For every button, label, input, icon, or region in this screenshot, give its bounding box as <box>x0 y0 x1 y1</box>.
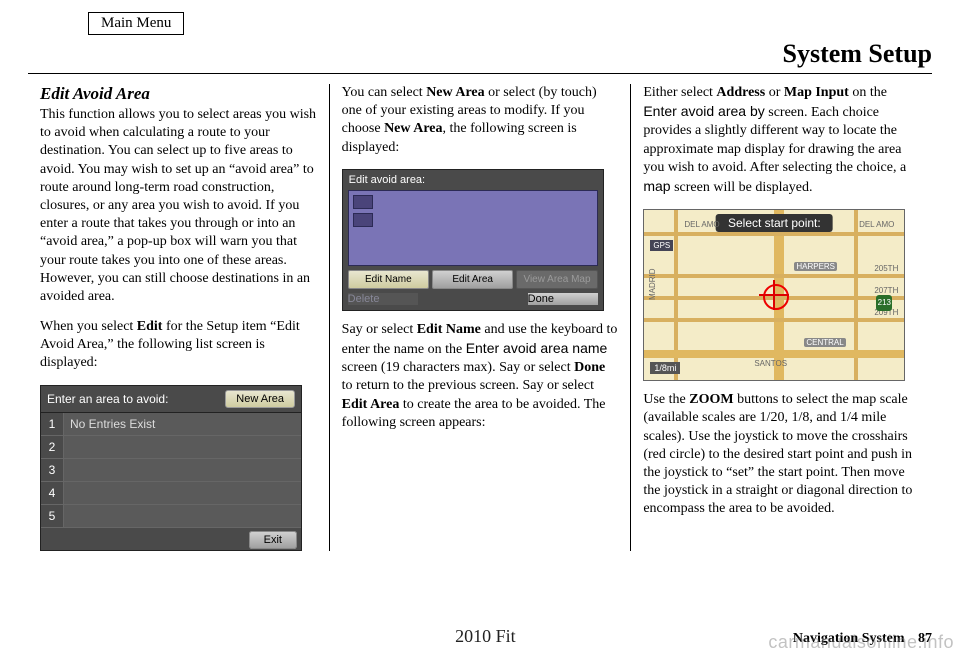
row-number: 1 <box>41 413 64 435</box>
text: Use the <box>643 392 689 407</box>
row-text <box>64 459 301 481</box>
section-heading-edit-avoid: Edit Avoid Area <box>40 84 317 104</box>
footer-model: 2010 Fit <box>178 626 793 647</box>
text: You can select <box>342 85 427 100</box>
screenshot-map: Select start point: GPS DEL AMO DEL AMO … <box>643 209 905 381</box>
new-area-button[interactable]: New Area <box>225 390 295 408</box>
exit-button[interactable]: Exit <box>249 531 297 549</box>
sans-enter-by: Enter avoid area by <box>643 103 764 119</box>
screenshot-enter-area: Enter an area to avoid: New Area 1 No En… <box>40 385 302 551</box>
screen1-list: 1 No Entries Exist 2 3 4 5 <box>41 412 301 528</box>
col1-paragraph-2: When you select Edit for the Setup item … <box>40 318 317 373</box>
col3-paragraph-1: Either select Address or Map Input on th… <box>643 84 920 197</box>
delete-button: Delete <box>348 293 418 305</box>
map-label: DEL AMO <box>684 220 719 229</box>
edit-area-button[interactable]: Edit Area <box>432 270 513 289</box>
bold-edit-area: Edit Area <box>342 397 400 412</box>
list-item[interactable]: 4 <box>41 482 301 505</box>
screen2-body <box>348 190 598 266</box>
map-scale: 1/8mi <box>650 362 680 374</box>
text: on the <box>849 85 887 100</box>
map-label: DEL AMO <box>859 220 894 229</box>
text: screen will be displayed. <box>671 180 813 195</box>
list-item[interactable]: 3 <box>41 459 301 482</box>
map-road <box>644 274 904 278</box>
col2-paragraph-2: Say or select Edit Name and use the keyb… <box>342 321 619 432</box>
text: or <box>765 85 784 100</box>
text: screen (19 characters max). Say or selec… <box>342 360 574 375</box>
map-label: 205TH <box>874 264 898 273</box>
main-menu-button[interactable]: Main Menu <box>88 12 184 35</box>
map-label: 207TH <box>874 286 898 295</box>
map-label: CENTRAL <box>804 338 845 347</box>
bold-edit: Edit <box>137 319 163 334</box>
bold-zoom: ZOOM <box>689 392 733 407</box>
bold-map-input: Map Input <box>784 85 849 100</box>
col3-paragraph-2: Use the ZOOM buttons to select the map s… <box>643 391 920 518</box>
map-label: MADRID <box>648 269 657 301</box>
bold-edit-name: Edit Name <box>417 322 481 337</box>
sans-enter-name: Enter avoid area name <box>466 340 608 356</box>
row-text <box>64 505 301 527</box>
row-text: No Entries Exist <box>64 413 301 435</box>
col1-paragraph-1: This function allows you to select areas… <box>40 106 317 306</box>
text: Either select <box>643 85 716 100</box>
list-item[interactable]: 2 <box>41 436 301 459</box>
row-text <box>64 436 301 458</box>
row-number: 3 <box>41 459 64 481</box>
column-3: Either select Address or Map Input on th… <box>630 84 932 551</box>
text: buttons to select the map scale (availab… <box>643 392 912 516</box>
text: Say or select <box>342 322 417 337</box>
bold-new-area: New Area <box>426 85 484 100</box>
edit-name-button[interactable]: Edit Name <box>348 270 429 289</box>
route-shield-icon: 213 <box>876 295 892 311</box>
map-label: SANTOS <box>754 359 787 368</box>
page-title: System Setup <box>28 39 932 74</box>
screen2-title: Edit avoid area: <box>343 170 603 190</box>
view-area-map-button: View Area Map <box>516 270 597 289</box>
done-button[interactable]: Done <box>528 293 598 305</box>
row-number: 5 <box>41 505 64 527</box>
map-label: HARPERS <box>794 262 837 271</box>
row-number: 2 <box>41 436 64 458</box>
row-text <box>64 482 301 504</box>
bold-done: Done <box>574 360 605 375</box>
bold-new-area-2: New Area <box>384 121 442 136</box>
screen1-title: Enter an area to avoid: <box>47 392 168 406</box>
crosshair-icon <box>759 280 789 310</box>
column-1: Edit Avoid Area This function allows you… <box>28 84 329 551</box>
bold-address: Address <box>716 85 765 100</box>
map-road <box>644 318 904 322</box>
gps-icon: GPS <box>650 240 673 251</box>
area-field-icon <box>353 213 373 227</box>
map-banner: Select start point: <box>716 214 833 232</box>
name-field-icon <box>353 195 373 209</box>
content-columns: Edit Avoid Area This function allows you… <box>28 84 932 551</box>
text: When you select <box>40 319 137 334</box>
col2-paragraph-1: You can select New Area or select (by to… <box>342 84 619 157</box>
watermark: carmanualsonline.info <box>768 632 954 653</box>
row-number: 4 <box>41 482 64 504</box>
list-item[interactable]: 5 <box>41 505 301 528</box>
list-item[interactable]: 1 No Entries Exist <box>41 413 301 436</box>
screenshot-edit-avoid: Edit avoid area: Edit Name Edit Area Vie… <box>342 169 604 311</box>
sans-map: map <box>643 178 670 194</box>
map-road <box>644 350 904 358</box>
column-2: You can select New Area or select (by to… <box>329 84 631 551</box>
text: to return to the previous screen. Say or… <box>342 378 594 393</box>
map-road <box>644 232 904 236</box>
